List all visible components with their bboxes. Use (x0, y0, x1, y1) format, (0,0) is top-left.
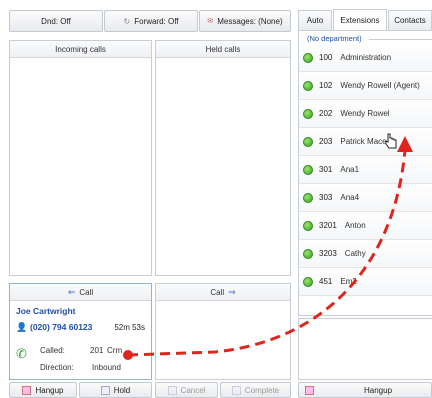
call-left-header[interactable]: ⇐ Call (10, 284, 151, 301)
extension-name: Em2 (340, 277, 357, 286)
complete-label: Complete (244, 385, 280, 395)
forward-icon: ↻ (123, 16, 131, 26)
status-available-icon (303, 192, 313, 203)
extension-name: Patrick Mace (340, 137, 387, 146)
messages-icon: ✉ (207, 18, 214, 25)
status-available-icon (303, 80, 313, 91)
arrow-left-icon: ⇐ (67, 286, 76, 297)
extension-row[interactable]: 3201 Anton (299, 212, 432, 240)
status-available-icon (303, 52, 313, 63)
extension-name: Wendy Rowel (340, 109, 390, 118)
extension-row[interactable]: 203 Patrick Mace (299, 128, 432, 156)
extension-number: 303 (319, 193, 333, 202)
tab-auto[interactable]: Auto (298, 10, 332, 30)
incoming-calls-panel: Incoming calls (9, 40, 152, 276)
call-right-panel: Call ⇒ (155, 283, 291, 380)
hold-icon (100, 385, 110, 395)
direction-label: Direction: (40, 363, 74, 372)
arrow-right-icon: ⇒ (228, 286, 236, 297)
department-divider (369, 39, 432, 40)
direction-value: Inbound (92, 363, 121, 372)
complete-icon (231, 385, 241, 395)
forward-label: Forward: Off (134, 16, 179, 26)
hangup-label: Hangup (35, 385, 64, 395)
department-label: (No department) (307, 34, 362, 43)
dnd-label: Dnd: Off (41, 16, 71, 26)
tab-contacts-label: Contacts (394, 16, 426, 25)
complete-button[interactable]: Complete (220, 382, 291, 398)
caller-name: Joe Cartwright (16, 306, 76, 316)
extension-number: 3203 (319, 249, 337, 258)
incoming-calls-header: Incoming calls (10, 41, 151, 58)
extension-row[interactable]: 100 Administration (299, 44, 432, 72)
dnd-button[interactable]: Dnd: Off (9, 10, 103, 32)
extension-row[interactable]: 451 Em2 (299, 268, 432, 296)
extension-number: 203 (319, 137, 333, 146)
tab-extensions[interactable]: Extensions (333, 9, 387, 31)
cancel-label: Cancel (180, 385, 206, 395)
hand-cursor-icon (385, 133, 397, 149)
cancel-icon (167, 385, 177, 395)
extension-number: 102 (319, 81, 333, 90)
extension-name: Administration (340, 53, 392, 62)
called-extra: Crm (107, 346, 123, 355)
tab-contacts[interactable]: Contacts (388, 10, 432, 30)
call-right-label: Call (210, 287, 225, 297)
call-duration: 52m 53s (114, 323, 145, 332)
extension-number: 3201 (319, 221, 337, 230)
extensions-list: 100 Administration 102 Wendy Rowell (Agent)… (299, 44, 432, 296)
incoming-calls-title: Incoming calls (55, 44, 106, 54)
extension-row[interactable]: 102 Wendy Rowell (Agent) (299, 72, 432, 100)
extension-row[interactable]: 3203 Cathy (299, 240, 432, 268)
hangup-icon (22, 385, 32, 395)
extension-name: Anton (344, 221, 366, 230)
status-available-icon (303, 248, 313, 259)
caller-number: (020) 794 60123 (30, 322, 93, 332)
extension-number: 301 (319, 165, 333, 174)
status-available-icon (303, 136, 313, 147)
hangup-right-label: Hangup (364, 385, 393, 395)
called-label: Called: (40, 346, 65, 355)
forward-button[interactable]: ↻ Forward: Off (104, 10, 198, 32)
messages-button[interactable]: ✉ Messages: (None) (199, 10, 291, 32)
status-available-icon (303, 164, 313, 175)
active-call-card[interactable]: ⇐ Call Joe Cartwright 👤 (020) 794 60123 … (9, 283, 152, 380)
hangup-button-left[interactable]: Hangup (9, 382, 77, 398)
tab-auto-label: Auto (306, 16, 324, 25)
tab-extensions-label: Extensions (340, 16, 380, 25)
cancel-button[interactable]: Cancel (155, 382, 218, 398)
messages-label: Messages: (None) (217, 16, 283, 26)
hold-button[interactable]: Hold (79, 382, 152, 398)
held-calls-panel: Held calls (155, 40, 291, 276)
held-calls-header: Held calls (156, 41, 290, 58)
extension-name: Wendy Rowell (Agent) (340, 81, 420, 90)
call-right-header[interactable]: Call ⇒ (156, 284, 290, 301)
person-icon: 👤 (16, 322, 28, 332)
called-value: 201 (90, 346, 104, 355)
phone-icon: ✆ (16, 346, 27, 361)
extension-row[interactable]: 202 Wendy Rowel (299, 100, 432, 128)
extension-name: Ana1 (340, 165, 360, 174)
extension-number: 451 (319, 277, 333, 286)
hangup-right-icon (305, 385, 314, 395)
hangup-button-right[interactable]: Hangup (298, 382, 432, 398)
status-available-icon (303, 220, 313, 231)
extension-number: 202 (319, 109, 333, 118)
call-left-label: Call (79, 287, 94, 297)
status-available-icon (303, 108, 313, 119)
hold-label: Hold (113, 385, 131, 395)
extension-number: 100 (319, 53, 333, 62)
extension-row[interactable]: 301 Ana1 (299, 156, 432, 184)
extension-name: Ana4 (340, 193, 360, 202)
status-available-icon (303, 276, 313, 287)
extension-row[interactable]: 303 Ana4 (299, 184, 432, 212)
extensions-panel: (No department) 100 Administration 102 Wend… (298, 30, 432, 316)
extension-detail-panel (298, 318, 432, 380)
extension-name: Cathy (344, 249, 366, 258)
held-calls-title: Held calls (205, 44, 241, 54)
